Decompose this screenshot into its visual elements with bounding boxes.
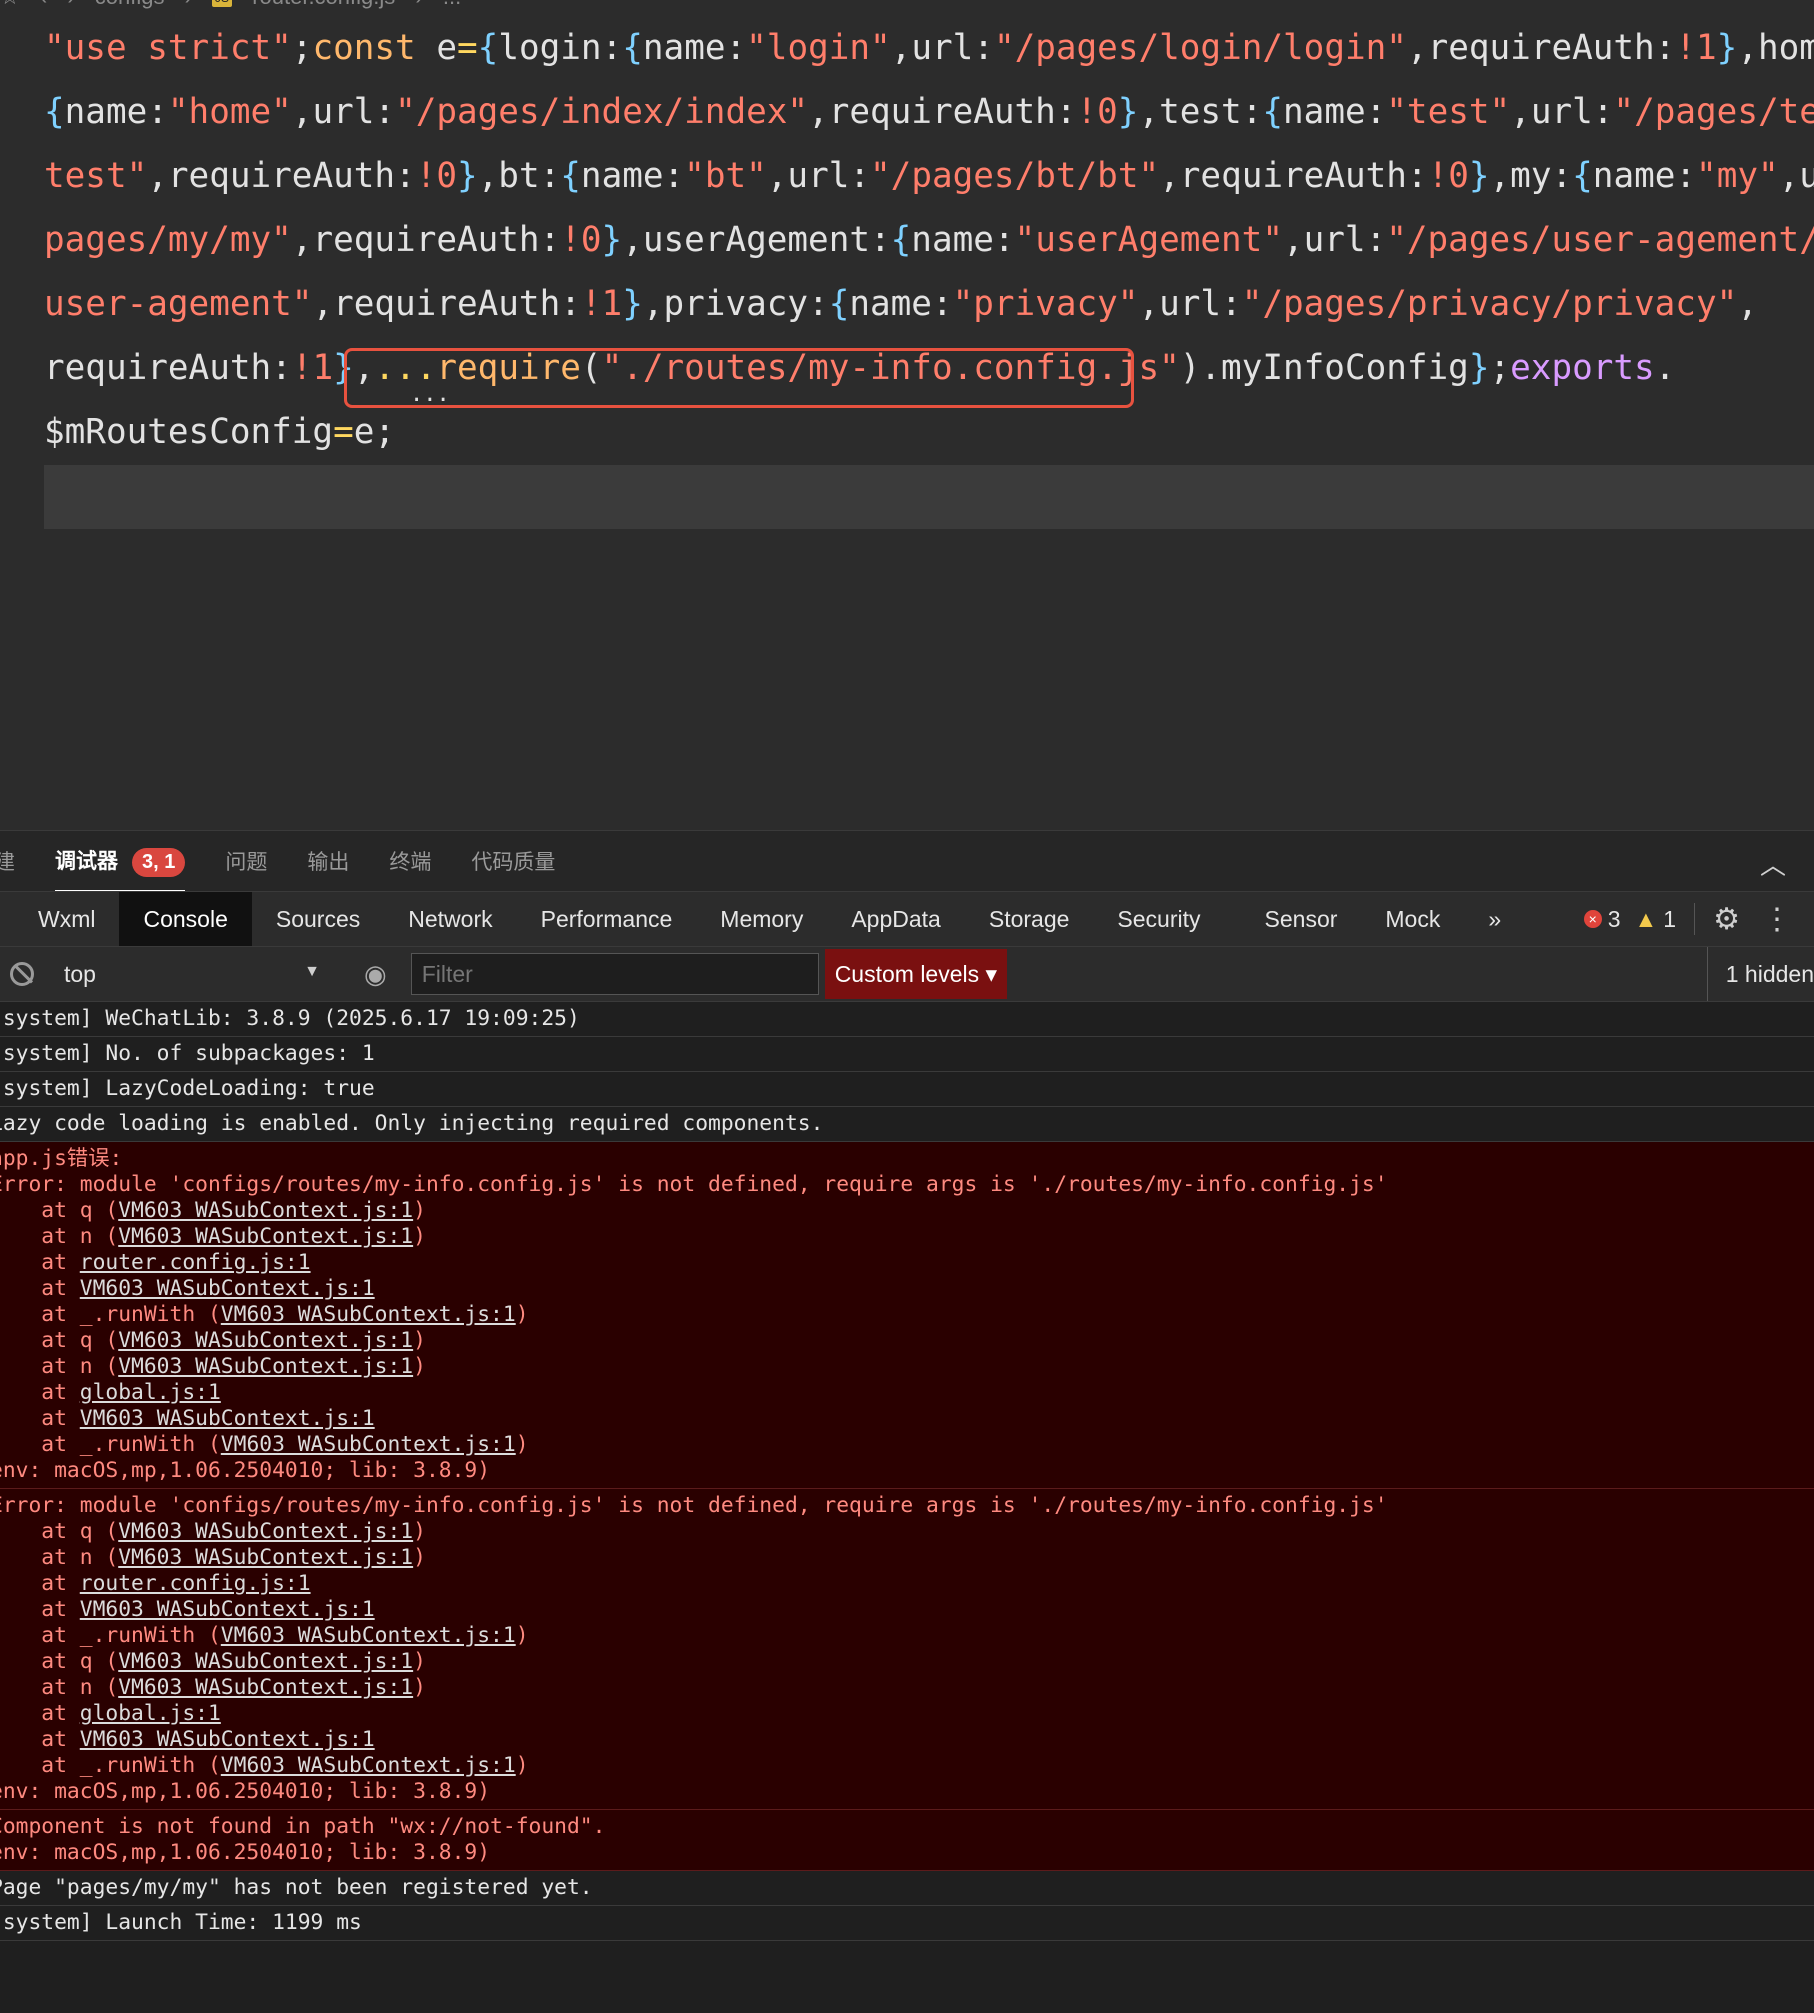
tab-terminal[interactable]: 终端	[389, 846, 431, 876]
error-count[interactable]: 3	[1608, 906, 1621, 933]
env-line: env: macOS,mp,1.06.2504010; lib: 3.8.9)	[0, 1840, 491, 1865]
error-message: Component is not found in path "wx://not…	[0, 1814, 606, 1839]
breadcrumb-folder[interactable]: configs	[95, 0, 165, 9]
stack-link[interactable]: global.js:1	[80, 1380, 221, 1405]
stack-link[interactable]: VM603 WASubContext.js:1	[221, 1753, 516, 1778]
code-line: {name:"home",url:"/pages/index/index",re…	[44, 92, 1814, 132]
console-row: Page "pages/my/my" has not been register…	[0, 1871, 1814, 1906]
error-entry: Component is not found in path "wx://not…	[0, 1810, 1814, 1871]
tab-sources[interactable]: Sources	[252, 892, 384, 946]
bottom-panel: 建 调试器 3, 1 问题 输出 终端 代码质量 ︿ Wxml Console S…	[0, 830, 1814, 2013]
context-value: top	[64, 960, 96, 987]
tab-debugger[interactable]: 调试器 3, 1	[55, 845, 186, 893]
error-message: Error: module 'configs/routes/my-info.co…	[0, 1172, 1388, 1197]
stack-link[interactable]: global.js:1	[80, 1701, 221, 1726]
stack-link[interactable]: VM603 WASubContext.js:1	[80, 1406, 375, 1431]
devtools-tabs: Wxml Console Sources Network Performance…	[0, 891, 1814, 947]
devtools-right: × 3 ▲ 1 ⚙ ⋮	[1583, 892, 1814, 946]
tab-quality[interactable]: 代码质量	[471, 846, 555, 876]
tab-security[interactable]: Security	[1093, 892, 1224, 946]
custom-levels-select[interactable]: Custom levels ▾	[824, 949, 1008, 999]
issue-badge: 3, 1	[132, 848, 186, 877]
env-line: env: macOS,mp,1.06.2504010; lib: 3.8.9)	[0, 1779, 491, 1804]
error-head: app.js错误:	[0, 1146, 123, 1171]
tab-performance[interactable]: Performance	[517, 892, 697, 946]
console-log: [system] WeChatLib: 3.8.9 (2025.6.17 19:…	[0, 1002, 1814, 1941]
stack-link[interactable]: VM603 WASubContext.js:1	[118, 1675, 413, 1700]
warning-count[interactable]: 1	[1663, 906, 1676, 933]
stack-link[interactable]: VM603 WASubContext.js:1	[221, 1623, 516, 1648]
eye-icon[interactable]: ◉	[364, 959, 387, 990]
stack-link[interactable]: VM603 WASubContext.js:1	[80, 1597, 375, 1622]
tab-debugger-label: 调试器	[55, 850, 118, 873]
stack-link[interactable]: VM603 WASubContext.js:1	[118, 1649, 413, 1674]
tab-storage[interactable]: Storage	[965, 892, 1094, 946]
tab-issues[interactable]: 问题	[225, 846, 267, 876]
tab-mock[interactable]: Mock	[1361, 892, 1464, 946]
tab-console[interactable]: Console	[119, 892, 252, 946]
tab-build[interactable]: 建	[0, 846, 15, 876]
bookmark-icon[interactable]: ☆	[0, 0, 20, 9]
error-entry: app.js错误: Error: module 'configs/routes/…	[0, 1142, 1814, 1489]
stack-link[interactable]: VM603 WASubContext.js:1	[118, 1198, 413, 1223]
dropdown-arrow-icon: ▼	[304, 962, 320, 980]
tab-memory[interactable]: Memory	[696, 892, 827, 946]
stack-link[interactable]: VM603 WASubContext.js:1	[80, 1727, 375, 1752]
breadcrumb-more[interactable]: ...	[443, 0, 461, 9]
code-line: test",requireAuth:!0},bt:{name:"bt",url:…	[44, 156, 1814, 196]
back-icon[interactable]: ‹	[40, 0, 47, 9]
warning-icon: ▲	[1634, 905, 1658, 932]
stack-link[interactable]: VM603 WASubContext.js:1	[221, 1432, 516, 1457]
clear-console-icon[interactable]	[10, 962, 34, 986]
collapse-chevron-icon[interactable]: ︿	[1760, 845, 1786, 882]
console-toolbar: top ▼ ◉ Custom levels ▾ 1 hidden	[0, 947, 1814, 1002]
filter-input[interactable]	[410, 953, 819, 995]
stack-link[interactable]: VM603 WASubContext.js:1	[80, 1276, 375, 1301]
levels-label: Custom levels	[834, 961, 980, 987]
breadcrumb-file[interactable]: router.config.js	[252, 0, 395, 9]
gear-icon[interactable]: ⚙	[1713, 902, 1740, 937]
breadcrumb: ☆ ‹ › configs › JS router.config.js › ..…	[0, 0, 475, 14]
code-line: "use strict";const e={login:{name:"login…	[44, 28, 1814, 68]
code-line: pages/my/my",requireAuth:!0},userAgement…	[44, 220, 1814, 260]
tab-output[interactable]: 输出	[307, 846, 349, 876]
code-editor[interactable]: ☆ ‹ › configs › JS router.config.js › ..…	[0, 0, 1814, 830]
tab-appdata[interactable]: AppData	[827, 892, 965, 946]
hidden-count[interactable]: 1 hidden	[1706, 947, 1814, 1001]
stack-link[interactable]: VM603 WASubContext.js:1	[118, 1224, 413, 1249]
code-line: user-agement",requireAuth:!1},privacy:{n…	[44, 284, 1758, 324]
tab-sensor[interactable]: Sensor	[1241, 892, 1362, 946]
js-file-icon: JS	[212, 0, 233, 8]
console-row: Lazy code loading is enabled. Only injec…	[0, 1107, 1814, 1142]
stack-link[interactable]: router.config.js:1	[80, 1250, 311, 1275]
fold-dots: ...	[410, 382, 450, 407]
console-row: [system] No. of subpackages: 1	[0, 1037, 1814, 1072]
kebab-menu-icon[interactable]: ⋮	[1762, 902, 1792, 937]
more-tabs-icon[interactable]: »	[1464, 892, 1525, 946]
forward-icon[interactable]: ›	[67, 0, 74, 9]
stack-link[interactable]: VM603 WASubContext.js:1	[118, 1354, 413, 1379]
stack-link[interactable]: router.config.js:1	[80, 1571, 311, 1596]
stack-link[interactable]: VM603 WASubContext.js:1	[118, 1328, 413, 1353]
stack-link[interactable]: VM603 WASubContext.js:1	[118, 1545, 413, 1570]
highlight-box	[344, 348, 1134, 408]
tab-wxml[interactable]: Wxml	[0, 892, 119, 946]
env-line: env: macOS,mp,1.06.2504010; lib: 3.8.9)	[0, 1458, 491, 1483]
console-row: [system] Launch Time: 1199 ms	[0, 1906, 1814, 1941]
context-select[interactable]: top ▼	[64, 961, 324, 988]
console-row: [system] LazyCodeLoading: true	[0, 1072, 1814, 1107]
stack-link[interactable]: VM603 WASubContext.js:1	[118, 1519, 413, 1544]
console-row: [system] WeChatLib: 3.8.9 (2025.6.17 19:…	[0, 1002, 1814, 1037]
code-line: $mRoutesConfig=e;	[44, 412, 396, 452]
error-message: Error: module 'configs/routes/my-info.co…	[0, 1493, 1388, 1518]
panel-tabs: 建 调试器 3, 1 问题 输出 终端 代码质量 ︿	[0, 831, 1814, 893]
stack-link[interactable]: VM603 WASubContext.js:1	[221, 1302, 516, 1327]
error-entry: Error: module 'configs/routes/my-info.co…	[0, 1489, 1814, 1810]
error-icon: ×	[1583, 910, 1602, 928]
active-line	[44, 465, 1814, 529]
tab-network[interactable]: Network	[384, 892, 516, 946]
